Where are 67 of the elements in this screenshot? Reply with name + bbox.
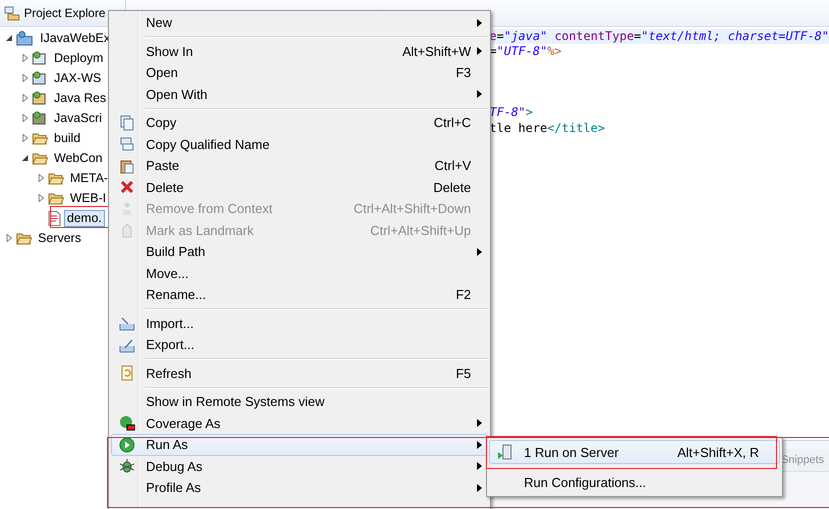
menu-item[interactable]: Delete Delete [111, 176, 488, 198]
tree-item[interactable]: WebCon [51, 150, 106, 166]
library-icon [32, 111, 48, 125]
menu-item[interactable]: Copy Ctrl+C [111, 112, 488, 134]
explorer-icon [4, 6, 20, 20]
collapsed-arrow-icon[interactable] [21, 54, 29, 62]
menu-item[interactable]: Build Path [111, 241, 488, 262]
expanded-arrow-icon[interactable] [5, 34, 13, 42]
menu-item[interactable]: Show in Remote Systems view [111, 391, 488, 412]
folder-icon [48, 172, 64, 184]
menu-item[interactable]: Open With [111, 84, 488, 105]
export-icon [119, 336, 135, 353]
menu-item[interactable]: Refresh F5 [111, 362, 488, 384]
project-icon [16, 30, 34, 46]
code-line: tle here</title> [489, 120, 605, 136]
folder-icon [32, 152, 48, 164]
tree-item[interactable]: Servers [35, 230, 84, 246]
menu-item[interactable]: Profile As [111, 477, 488, 498]
menu-item[interactable]: Move... [111, 262, 488, 284]
menu-item[interactable]: Import... [111, 312, 488, 334]
menu-item[interactable]: Run Configurations... [489, 470, 780, 494]
folder-icon [32, 132, 48, 144]
copy-icon [119, 114, 135, 131]
view-title: Project Explore [24, 6, 106, 20]
tree-item[interactable]: WEB-I [67, 190, 110, 206]
copy-icon [119, 136, 135, 152]
tree-item[interactable]: build [51, 130, 84, 146]
tree-item[interactable]: META- [67, 170, 111, 186]
collapsed-arrow-icon[interactable] [21, 114, 29, 122]
menu-item[interactable]: Coverage As [111, 412, 488, 434]
expanded-arrow-icon[interactable] [21, 154, 29, 162]
folder-icon [48, 192, 64, 204]
code-line: TF-8"> [489, 105, 533, 121]
menu-item[interactable]: New [111, 12, 488, 34]
library-icon [32, 51, 48, 65]
menu-item[interactable]: Open F3 [111, 62, 488, 84]
run-icon [119, 436, 135, 453]
tree-item[interactable]: JAX-WS [51, 70, 104, 86]
folder-icon [16, 232, 32, 244]
menu-item[interactable]: Show In Alt+Shift+W [111, 40, 488, 62]
menu-item[interactable]: Copy Qualified Name [111, 134, 488, 155]
menu-item[interactable]: Rename... F2 [111, 284, 488, 306]
menu-item[interactable]: Debug As [111, 456, 488, 477]
menu-item[interactable]: Export... [111, 334, 488, 356]
clipboard-icon [119, 158, 135, 174]
library-icon [32, 71, 48, 85]
collapsed-arrow-icon[interactable] [21, 94, 29, 102]
import-icon [119, 315, 135, 332]
menu-item[interactable]: Run As [111, 434, 488, 456]
menu-item[interactable]: 1 Run on Server Alt+Shift+X, R [489, 440, 780, 464]
collapsed-arrow-icon[interactable] [37, 174, 45, 182]
server-run-icon [497, 444, 513, 460]
tree-item[interactable]: demo. [64, 210, 105, 226]
tree-item[interactable]: JavaScri [51, 110, 105, 126]
collapsed-arrow-icon[interactable] [37, 194, 45, 202]
bug-icon [119, 458, 135, 474]
menu-item[interactable]: Paste Ctrl+V [111, 155, 488, 176]
delete-icon [119, 179, 135, 196]
tree-item[interactable]: Java Res [51, 90, 110, 106]
coverage-icon [119, 415, 135, 432]
collapsed-arrow-icon[interactable] [5, 234, 13, 242]
collapsed-arrow-icon[interactable] [21, 134, 29, 142]
library-icon [32, 91, 48, 105]
tree-item[interactable]: Deploym [51, 50, 106, 66]
collapsed-arrow-icon[interactable] [21, 74, 29, 82]
refresh-icon [119, 365, 135, 382]
file-icon [48, 210, 61, 226]
